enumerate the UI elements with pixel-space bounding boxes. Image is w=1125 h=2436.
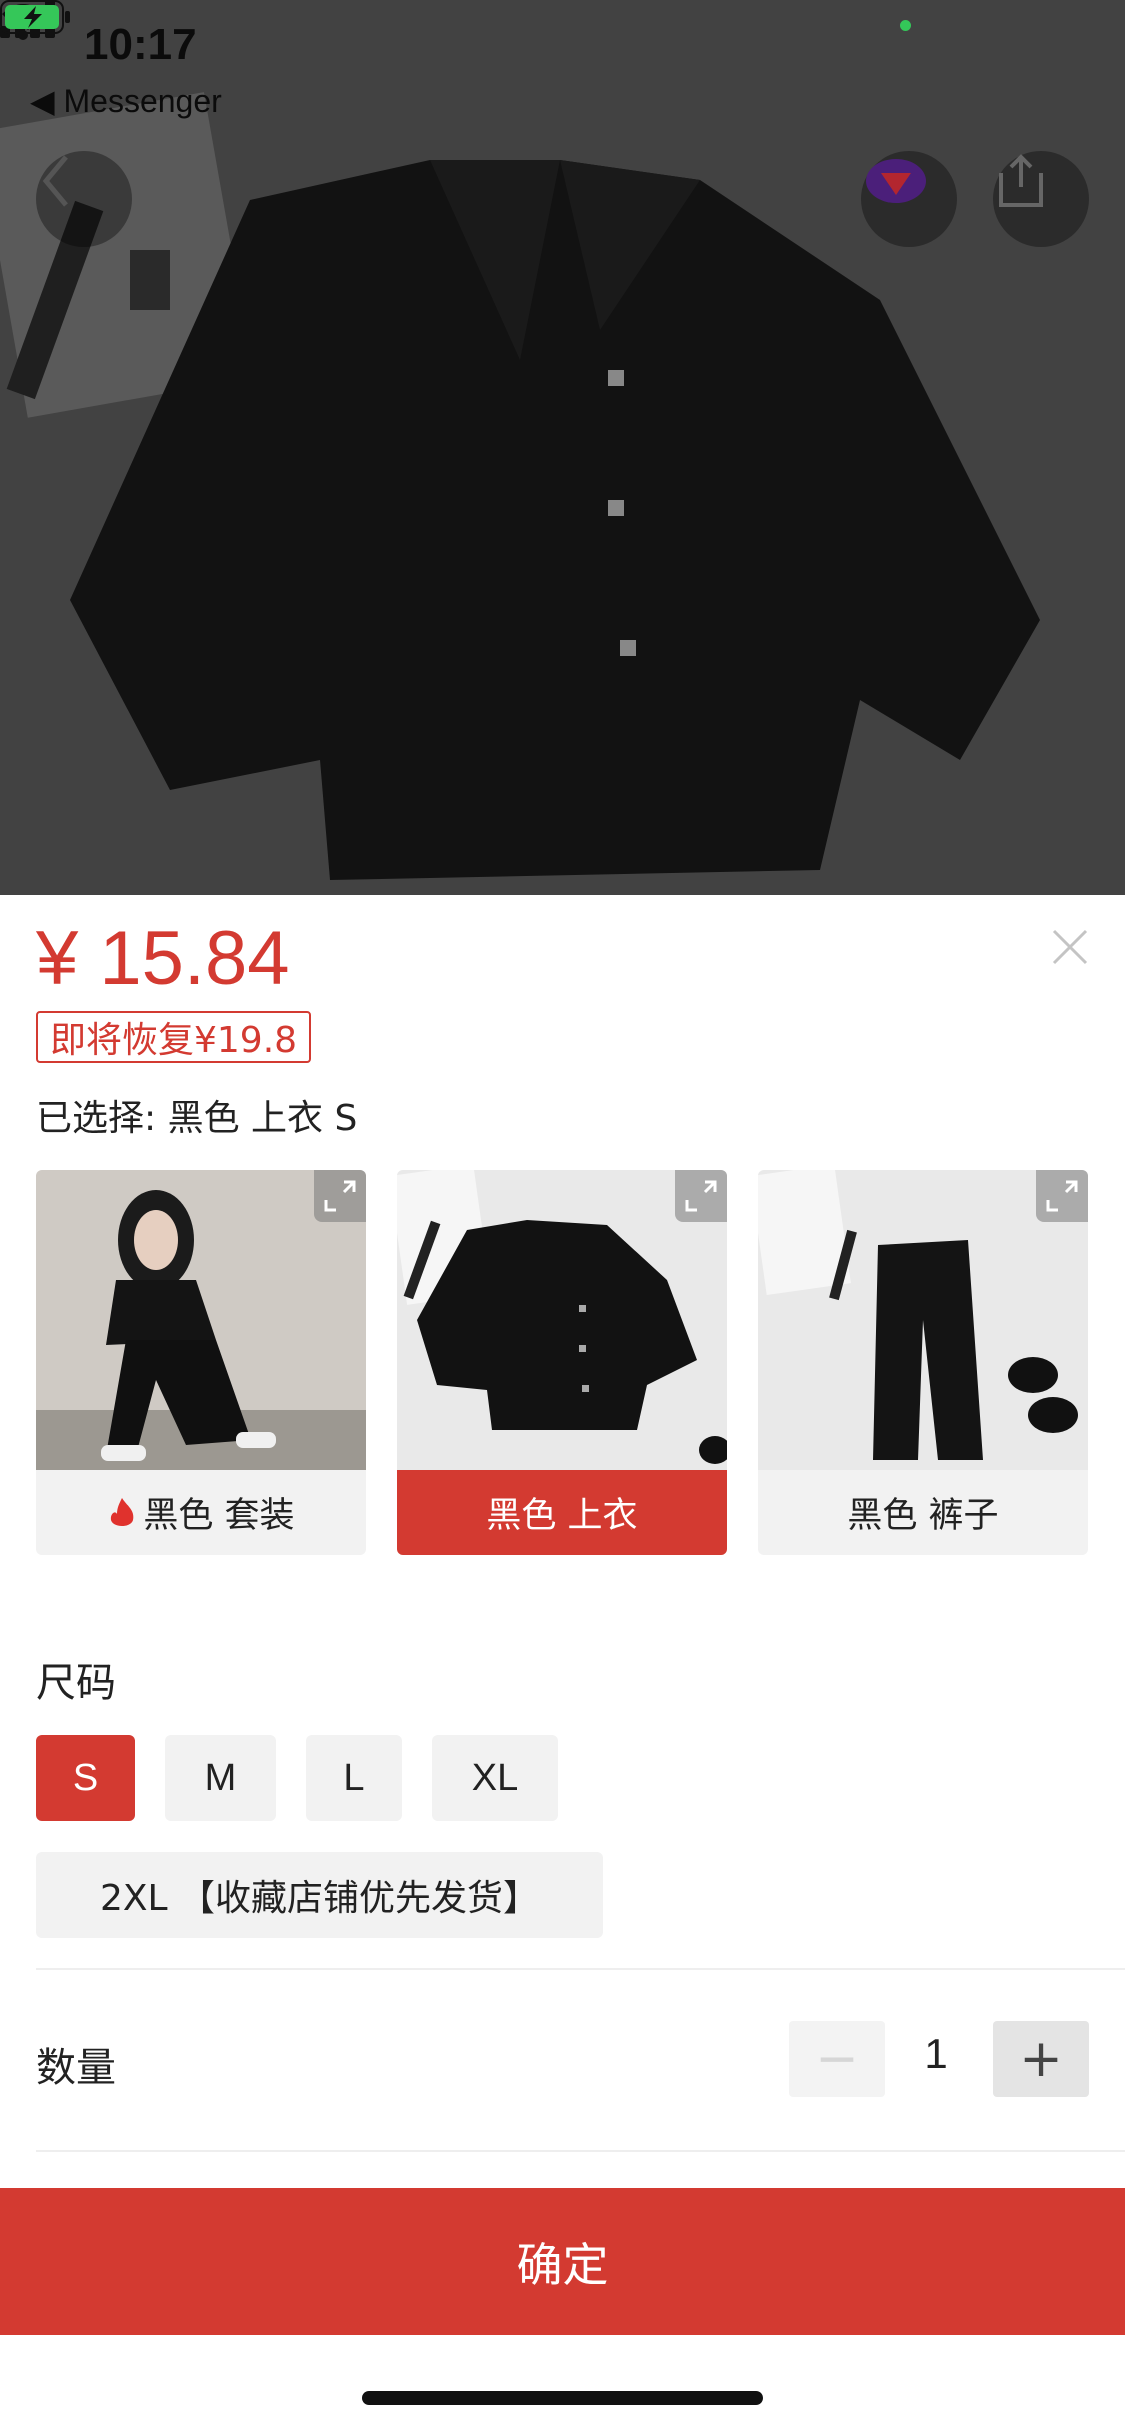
variant-label: 黑色 套装: [36, 1470, 366, 1555]
home-indicator[interactable]: [362, 2391, 763, 2405]
variant-label-text: 黑色 裤子: [847, 1496, 999, 1536]
chevron-left-icon: [42, 155, 68, 207]
close-icon[interactable]: [1050, 927, 1090, 967]
expand-icon: [324, 1180, 356, 1212]
expand-image-button[interactable]: [1036, 1170, 1088, 1222]
status-bar: 10:17 ◀ Messenger: [0, 0, 1125, 130]
expand-image-button[interactable]: [314, 1170, 366, 1222]
size-section-title: 尺码: [36, 1660, 116, 1706]
expand-icon: [1046, 1180, 1078, 1212]
back-to-messenger-link[interactable]: ◀ Messenger: [30, 82, 222, 120]
expand-image-button[interactable]: [675, 1170, 727, 1222]
quantity-label: 数量: [36, 2045, 116, 2091]
variant-black-pants[interactable]: 黑色 裤子: [758, 1170, 1088, 1555]
status-time: 10:17: [84, 20, 197, 69]
quantity-increase-button[interactable]: +: [993, 2021, 1089, 2097]
quantity-decrease-button[interactable]: −: [789, 2021, 885, 2097]
size-option-2xl[interactable]: 2XL 【收藏店铺优先发货】: [36, 1852, 603, 1938]
size-option-m[interactable]: M: [165, 1735, 276, 1821]
variant-label: 黑色 上衣: [397, 1470, 727, 1555]
product-photo-shirt: [0, 0, 1125, 895]
current-price: ¥ 15.84: [36, 916, 290, 1001]
color-variant-list: 黑色 套装 黑色 上衣 黑色 裤子: [36, 1170, 1089, 1555]
back-button[interactable]: [36, 151, 132, 247]
share-icon: [999, 154, 1043, 207]
size-option-s[interactable]: S: [36, 1735, 135, 1821]
brand-logo-icon: [866, 159, 926, 203]
selected-summary: 已选择: 黑色 上衣 S: [36, 1098, 358, 1139]
price-restore-badge: 即将恢复¥19.8: [36, 1011, 312, 1063]
variant-label: 黑色 裤子: [758, 1470, 1088, 1555]
brand-button[interactable]: [861, 151, 957, 247]
battery-charging-icon: [0, 0, 70, 34]
variant-label-text: 黑色 套装: [143, 1496, 295, 1536]
sku-selection-sheet: ¥ 15.84 即将恢复¥19.8 已选择: 黑色 上衣 S 黑色 套装 黑色 …: [0, 895, 1125, 2436]
divider: [36, 2150, 1125, 2152]
divider: [36, 1968, 1125, 1970]
confirm-button[interactable]: 确定: [0, 2188, 1125, 2335]
size-option-l[interactable]: L: [306, 1735, 402, 1821]
variant-black-set[interactable]: 黑色 套装: [36, 1170, 366, 1555]
expand-icon: [685, 1180, 717, 1212]
variant-label-text: 黑色 上衣: [486, 1496, 638, 1536]
share-button[interactable]: [993, 151, 1089, 247]
quantity-value[interactable]: 1: [886, 2030, 986, 2078]
privacy-indicator-dot: [900, 20, 911, 31]
fire-icon: [111, 1497, 134, 1526]
variant-black-top[interactable]: 黑色 上衣: [397, 1170, 727, 1555]
product-photo: 10:17 ◀ Messenger: [0, 0, 1125, 895]
size-option-xl[interactable]: XL: [432, 1735, 558, 1821]
